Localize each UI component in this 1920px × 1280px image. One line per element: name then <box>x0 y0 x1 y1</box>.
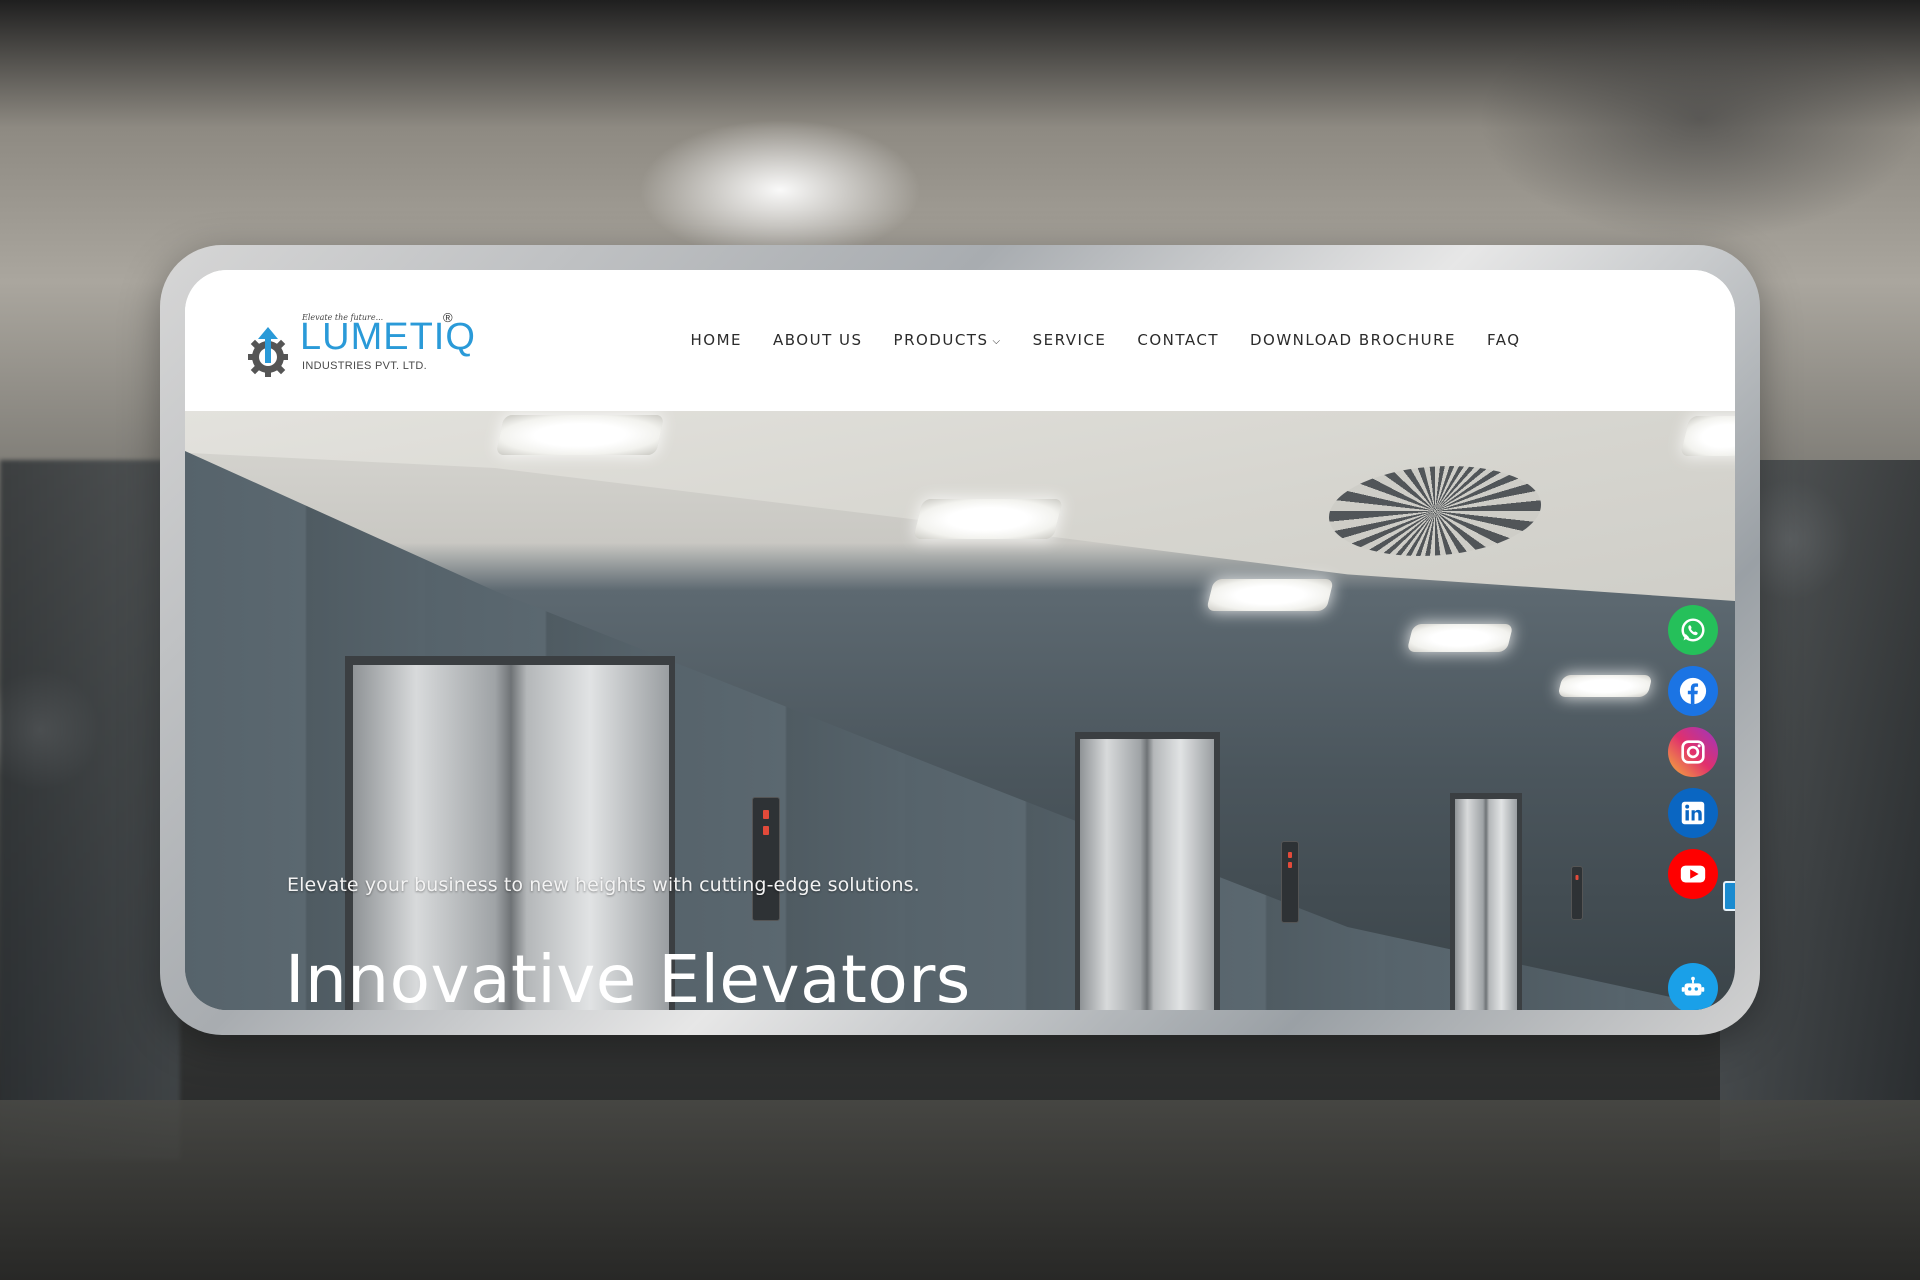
ceiling-light <box>913 499 1063 539</box>
linkedin-icon <box>1681 801 1705 825</box>
ceiling-light <box>1206 579 1334 611</box>
facebook-icon <box>1679 677 1707 705</box>
nav-products[interactable]: PRODUCTS ⌵ <box>878 328 1017 354</box>
chatbot-button[interactable] <box>1668 963 1718 1010</box>
floor-indicator <box>1575 875 1579 880</box>
background-floor <box>0 1100 1920 1280</box>
ceiling-light <box>1557 675 1653 697</box>
elevator-door <box>1455 799 1517 1010</box>
registered-mark: ® <box>443 310 453 325</box>
chatbot-icon <box>1681 976 1705 996</box>
side-edge-tab[interactable] <box>1723 881 1735 911</box>
nav-faq-label: FAQ <box>1487 331 1521 349</box>
elevator-call-panel <box>752 797 780 921</box>
elevator-door <box>1080 739 1214 1010</box>
hero-subtitle: Elevate your business to new heights wit… <box>287 874 920 896</box>
main-navigation: HOME ABOUT US PRODUCTS ⌵ SERVICE CONTACT … <box>675 328 1536 354</box>
ceiling-light <box>1680 416 1735 456</box>
floor-indicator <box>1288 862 1292 868</box>
site-header: Elevate the future... LUMETIQ ® INDUSTRI… <box>185 270 1735 411</box>
youtube-button[interactable] <box>1668 849 1718 899</box>
nav-service-label: SERVICE <box>1032 331 1107 349</box>
ceiling-light <box>1406 624 1514 652</box>
nav-contact-label: CONTACT <box>1137 331 1219 349</box>
linkedin-button[interactable] <box>1668 788 1718 838</box>
nav-service[interactable]: SERVICE <box>1017 328 1122 354</box>
nav-home[interactable]: HOME <box>675 328 758 354</box>
company-logo[interactable]: Elevate the future... LUMETIQ ® INDUSTRI… <box>185 270 515 411</box>
instagram-icon <box>1681 740 1705 764</box>
whatsapp-button[interactable] <box>1668 605 1718 655</box>
facebook-button[interactable] <box>1668 666 1718 716</box>
floor-indicator <box>1288 852 1292 858</box>
nav-download-brochure[interactable]: DOWNLOAD BROCHURE <box>1234 328 1471 354</box>
background-wall-left <box>0 460 180 1160</box>
nav-about-us-label: ABOUT US <box>773 331 863 349</box>
chevron-down-icon: ⌵ <box>992 336 1002 347</box>
elevator-call-panel <box>1571 866 1583 920</box>
nav-products-label: PRODUCTS <box>893 331 989 349</box>
ceiling-light <box>495 415 665 455</box>
whatsapp-icon <box>1681 618 1705 642</box>
hero-banner: Elevate your business to new heights wit… <box>185 411 1735 1010</box>
elevator-call-panel <box>1281 841 1299 923</box>
nav-download-brochure-label: DOWNLOAD BROCHURE <box>1249 331 1456 349</box>
hero-title: Innovative Elevators <box>285 941 971 1010</box>
nav-about-us[interactable]: ABOUT US <box>758 328 879 354</box>
floor-indicator <box>763 826 769 835</box>
logo-subtitle: INDUSTRIES PVT. LTD. <box>302 360 427 372</box>
social-links <box>1668 605 1718 899</box>
nav-home-label: HOME <box>690 331 743 349</box>
instagram-button[interactable] <box>1668 727 1718 777</box>
nav-contact[interactable]: CONTACT <box>1122 328 1235 354</box>
floor-indicator <box>763 810 769 819</box>
gear-arrow-icon <box>248 327 288 377</box>
website-screen: Elevate the future... LUMETIQ ® INDUSTRI… <box>185 270 1735 1010</box>
youtube-icon <box>1680 865 1706 883</box>
nav-faq[interactable]: FAQ <box>1472 328 1537 354</box>
